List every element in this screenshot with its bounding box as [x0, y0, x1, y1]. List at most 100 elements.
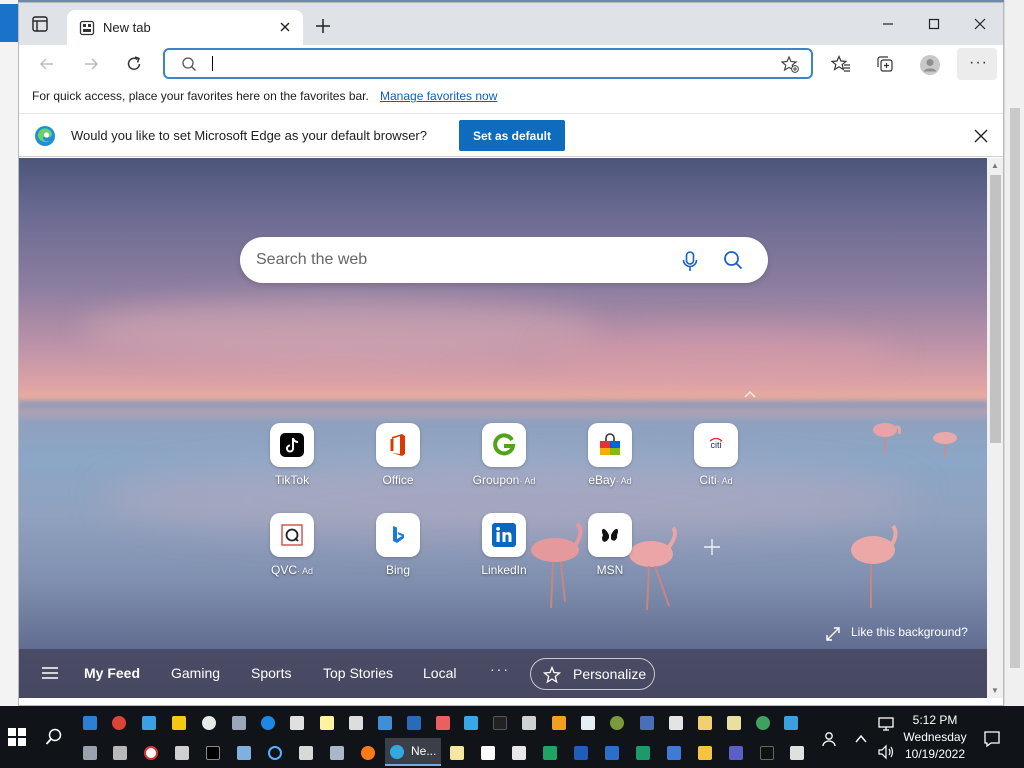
taskbar-app-icon[interactable] [790, 746, 804, 760]
settings-gear-icon[interactable] [202, 716, 216, 730]
teams-icon[interactable] [729, 746, 743, 760]
new-tab-plus-icon[interactable] [313, 16, 333, 36]
firefox-icon[interactable] [361, 746, 375, 760]
taskbar-app-icon[interactable] [698, 746, 712, 760]
settings-more-button[interactable]: ··· [957, 48, 997, 80]
add-site-plus-icon[interactable] [703, 538, 721, 561]
refresh-icon[interactable] [124, 54, 144, 74]
powershell-icon[interactable] [574, 746, 588, 760]
chrome-icon[interactable] [112, 716, 126, 730]
background-window-scrollbar[interactable] [1008, 92, 1022, 704]
internet-explorer-icon[interactable] [261, 716, 275, 730]
powershell-icon[interactable] [605, 746, 619, 760]
command-prompt-icon[interactable] [206, 746, 220, 760]
feed-tab-my-feed[interactable]: My Feed [84, 665, 140, 681]
close-infobar-icon[interactable] [973, 128, 989, 149]
taskbar-app-icon[interactable] [581, 716, 595, 730]
tab-actions-icon[interactable] [31, 15, 51, 35]
notepad-icon[interactable] [320, 716, 334, 730]
forward-arrow-icon[interactable] [81, 54, 101, 74]
feed-tab-gaming[interactable]: Gaming [171, 665, 220, 681]
personalize-button[interactable]: Personalize [530, 658, 655, 690]
scroll-down-icon[interactable]: ▼ [991, 686, 999, 695]
profile-avatar[interactable] [919, 54, 940, 75]
windows-start-icon[interactable] [8, 728, 26, 751]
taskbar-app-icon[interactable] [669, 716, 683, 730]
taskbar-app-icon[interactable] [83, 716, 97, 730]
taskbar-app-icon[interactable] [481, 746, 495, 760]
taskbar-app-icon[interactable] [784, 716, 798, 730]
address-bar[interactable] [163, 48, 813, 79]
quick-link-ebay[interactable]: eBay· Ad [578, 423, 642, 487]
tray-chevron-up-icon[interactable] [854, 732, 868, 750]
close-window-icon[interactable] [969, 13, 991, 35]
printer-icon[interactable] [522, 716, 536, 730]
taskbar-app-icon[interactable] [436, 716, 450, 730]
feed-tab-local[interactable]: Local [423, 665, 456, 681]
excel-icon[interactable] [543, 746, 557, 760]
taskbar-app-icon[interactable] [756, 716, 770, 730]
taskbar-app-icon[interactable] [290, 716, 304, 730]
media-player-icon[interactable] [552, 716, 566, 730]
quick-link-groupon[interactable]: Groupon· Ad [472, 423, 536, 487]
quick-link-msn[interactable]: MSN [578, 513, 642, 577]
taskbar-app-icon[interactable] [175, 746, 189, 760]
microphone-icon[interactable] [680, 250, 700, 277]
scroll-thumb[interactable] [990, 175, 1001, 443]
favorites-icon[interactable] [830, 54, 851, 74]
search-icon[interactable] [723, 250, 743, 275]
web-search-box[interactable] [240, 237, 768, 283]
taskbar-app-icon[interactable] [142, 716, 156, 730]
notification-center-icon[interactable] [983, 730, 1001, 753]
feed-more-icon[interactable]: ··· [490, 661, 510, 677]
taskbar-app-icon[interactable] [83, 746, 97, 760]
quick-link-qvc[interactable]: QVC· Ad [260, 513, 324, 577]
back-arrow-icon[interactable] [37, 54, 57, 74]
add-favorite-star-icon[interactable] [780, 55, 799, 78]
address-input[interactable] [215, 53, 755, 74]
collapse-chevron-up-icon[interactable] [743, 386, 757, 404]
maximize-icon[interactable] [923, 13, 945, 35]
collections-icon[interactable] [875, 54, 895, 74]
camera-icon[interactable] [330, 746, 344, 760]
no-entry-icon[interactable] [144, 746, 158, 760]
taskbar-app-icon[interactable] [378, 716, 392, 730]
tab-new-tab[interactable]: New tab [67, 10, 303, 45]
taskbar-app-icon[interactable] [407, 716, 421, 730]
close-tab-icon[interactable] [277, 19, 293, 35]
set-as-default-button[interactable]: Set as default [459, 120, 565, 151]
scroll-up-icon[interactable]: ▲ [991, 161, 999, 170]
taskbar-app-icon[interactable] [237, 746, 251, 760]
quick-link-linkedin[interactable]: LinkedIn [472, 513, 536, 577]
quick-link-citi[interactable]: citi Citi· Ad [684, 423, 748, 487]
feed-tab-top-stories[interactable]: Top Stories [323, 665, 393, 681]
taskbar-app-icon[interactable] [636, 746, 650, 760]
taskbar-app-icon[interactable] [232, 716, 246, 730]
taskbar-clock[interactable]: 5:12 PM Wednesday 10/19/2022 [900, 712, 970, 763]
taskbar-app-icon[interactable] [464, 716, 478, 730]
quick-link-tiktok[interactable]: TikTok [260, 423, 324, 487]
sticky-notes-icon[interactable] [172, 716, 186, 730]
taskbar-app-icon[interactable] [698, 716, 712, 730]
feed-tab-sports[interactable]: Sports [251, 665, 291, 681]
taskbar-app-icon[interactable] [349, 716, 363, 730]
network-icon[interactable] [877, 716, 895, 737]
taskbar-search-icon[interactable] [45, 728, 63, 751]
cortana-icon[interactable] [268, 746, 282, 760]
hamburger-menu-icon[interactable] [41, 665, 59, 686]
taskbar-app-icon[interactable] [450, 746, 464, 760]
people-icon[interactable] [822, 730, 840, 753]
taskbar-app-icon[interactable] [667, 746, 681, 760]
calculator-icon[interactable] [299, 746, 313, 760]
taskbar-app-icon[interactable] [493, 716, 507, 730]
page-scrollbar[interactable]: ▲ ▼ [987, 158, 1003, 698]
shield-icon[interactable] [512, 746, 526, 760]
manage-favorites-link[interactable]: Manage favorites now [380, 89, 497, 103]
minimize-icon[interactable] [877, 13, 899, 35]
taskbar-app-icon[interactable] [610, 716, 624, 730]
web-search-input[interactable] [256, 249, 656, 271]
background-scroll-thumb[interactable] [1010, 108, 1020, 668]
tiktok-taskbar-icon[interactable] [760, 746, 774, 760]
volume-icon[interactable] [877, 744, 895, 765]
quick-link-bing[interactable]: Bing [366, 513, 430, 577]
